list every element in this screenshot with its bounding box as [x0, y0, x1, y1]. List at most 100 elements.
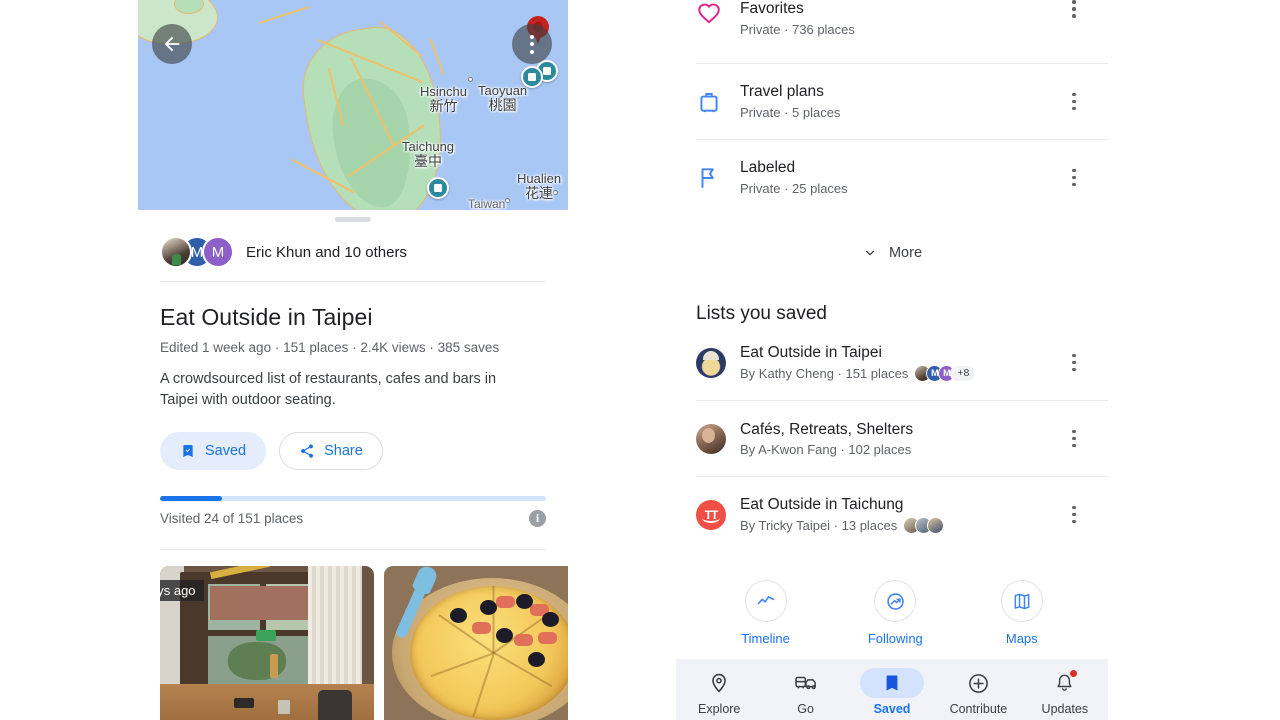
- photo-topping-ham: [538, 632, 557, 645]
- more-label: More: [888, 245, 923, 261]
- maps-icon: [1014, 593, 1030, 610]
- cafe-window-photo[interactable]: ays ago: [160, 566, 374, 720]
- contributors-row[interactable]: M M Eric Khun and 10 others: [138, 222, 568, 268]
- nav-icon-wrap: [860, 668, 925, 698]
- progress-label: Visited 24 of 151 places: [160, 511, 304, 527]
- row-overflow-button[interactable]: [1060, 168, 1088, 187]
- quick-action-circle: [874, 580, 917, 622]
- saved-list-row-travel-plans[interactable]: Travel plans Private · 5 places: [676, 64, 1108, 139]
- plus-circle-icon: [969, 673, 988, 693]
- info-icon[interactable]: i: [529, 510, 546, 528]
- following-icon: [887, 592, 904, 610]
- map-label-zh: 花連: [525, 184, 554, 201]
- progress-footer: Visited 24 of 151 places i: [160, 510, 546, 528]
- list-avatar: [696, 347, 740, 378]
- tricky-taipei-avatar: TT: [696, 499, 726, 530]
- photo-topping-ham: [514, 634, 533, 647]
- map-saved-place-marker[interactable]: [427, 177, 449, 199]
- photo-topping-ham: [496, 596, 515, 609]
- nav-label: Saved: [873, 702, 911, 716]
- photo-slice-line: [472, 652, 495, 718]
- photo-slice-line: [430, 652, 495, 677]
- heart-icon: [698, 3, 720, 24]
- list-subline: By Tricky Taipei · 13 places: [740, 516, 1060, 534]
- photo-topping-ham: [472, 622, 491, 635]
- row-icon: [696, 165, 740, 191]
- share-button[interactable]: Share: [279, 432, 383, 471]
- avatar: M: [202, 236, 234, 268]
- list-text: Cafés, Retreats, Shelters By A-Kwon Fang…: [740, 421, 1060, 457]
- photo-timestamp-badge: ays ago: [160, 580, 204, 602]
- map-label-taiwan: Taiwan: [468, 197, 506, 210]
- row-overflow-button[interactable]: [1060, 353, 1088, 372]
- nav-icon-wrap: [687, 668, 751, 698]
- saved-list-row-favorites[interactable]: Favorites Private · 736 places: [676, 0, 1108, 63]
- a-kwon-fang-avatar: [696, 423, 726, 454]
- back-button[interactable]: [152, 24, 192, 64]
- map-label-zh: 新竹: [429, 97, 458, 114]
- bookmark-check-icon: [183, 445, 193, 458]
- list-text: Eat Outside in Taichung By Tricky Taipei…: [740, 496, 1060, 534]
- nav-label: Go: [797, 702, 814, 716]
- row-overflow-button[interactable]: [1060, 429, 1088, 448]
- pizza-photo[interactable]: [384, 566, 568, 720]
- smile-arc-icon: [702, 513, 720, 523]
- quick-action-maps[interactable]: Maps: [1000, 580, 1043, 646]
- photo-strip: ays ago: [160, 550, 568, 720]
- map-label-taoyuan: Taoyuan 桃園: [478, 84, 527, 112]
- nav-label: Updates: [1041, 702, 1089, 716]
- quick-action-label: Following: [867, 631, 923, 646]
- photo-table-object: [234, 698, 254, 709]
- flag-icon: [701, 167, 714, 188]
- avatar: [160, 236, 192, 268]
- nav-label: Contribute: [949, 702, 1008, 716]
- nav-item-saved[interactable]: Saved: [849, 668, 935, 716]
- contributor-avatar-stack: M M: [160, 236, 234, 268]
- contributors-label: Eric Khun and 10 others: [246, 243, 407, 261]
- quick-action-row: Timeline Following Maps: [676, 552, 1108, 646]
- list-title: Cafés, Retreats, Shelters: [740, 420, 914, 438]
- row-subtitle: Private · 5 places: [740, 105, 841, 120]
- map-saved-place-marker[interactable]: [521, 66, 543, 88]
- row-overflow-button[interactable]: [1060, 505, 1088, 524]
- quick-action-following[interactable]: Following: [868, 580, 923, 646]
- nav-item-updates[interactable]: Updates: [1022, 668, 1108, 716]
- collaborator-avatars: [903, 516, 945, 534]
- map-label-en: Hsinchu: [420, 84, 467, 99]
- photo-chair: [318, 690, 352, 720]
- list-description: A crowdsourced list of restaurants, cafe…: [160, 371, 497, 408]
- more-vert-icon: [530, 34, 534, 54]
- place-pin-icon: [712, 673, 727, 693]
- bookmark-icon: [886, 675, 898, 691]
- nav-item-explore[interactable]: Explore: [676, 668, 762, 716]
- nav-icon-wrap: [1033, 668, 1097, 698]
- row-subtitle: Private · 736 places: [740, 22, 855, 37]
- saved-list-item-cafes-retreats-shelters[interactable]: Cafés, Retreats, Shelters By A-Kwon Fang…: [676, 401, 1108, 476]
- map-label-hualien: Hualien 花連: [517, 172, 561, 200]
- share-icon: [301, 444, 314, 458]
- saved-button[interactable]: Saved: [160, 432, 267, 471]
- page-title: Eat Outside in Taipei: [160, 304, 373, 330]
- photo-building: [210, 586, 316, 621]
- map-preview[interactable]: Hsinchu 新竹 Taoyuan 桃園 Taichung 臺中 Hualie…: [138, 0, 568, 210]
- nav-item-go[interactable]: Go: [762, 668, 848, 716]
- list-avatar: TT: [696, 499, 740, 530]
- app-screen: Hsinchu 新竹 Taoyuan 桃園 Taichung 臺中 Hualie…: [0, 0, 1280, 720]
- saved-list-item-eat-outside-taichung[interactable]: TT Eat Outside in Taichung By Tricky Tai…: [676, 477, 1108, 552]
- quick-action-timeline[interactable]: Timeline: [741, 580, 790, 646]
- avatar-overflow-count: +8: [950, 364, 977, 382]
- collaborator-avatars: M M +8: [914, 364, 977, 382]
- saved-list-item-eat-outside-taipei[interactable]: Eat Outside in Taipei By Kathy Cheng · 1…: [676, 325, 1108, 400]
- map-label-en: Taichung: [402, 139, 455, 154]
- row-overflow-button[interactable]: [1060, 92, 1088, 111]
- list-avatar: [696, 423, 740, 454]
- more-button[interactable]: More: [676, 229, 1108, 277]
- nav-icon-wrap: [946, 668, 1010, 698]
- list-subtitle: By Tricky Taipei · 13 places: [740, 517, 898, 533]
- nav-item-contribute[interactable]: Contribute: [935, 668, 1021, 716]
- map-overflow-button[interactable]: [512, 24, 552, 64]
- row-overflow-button[interactable]: [1060, 0, 1088, 18]
- transit-icon: [794, 676, 816, 690]
- visited-progress: Visited 24 of 151 places i: [160, 496, 546, 528]
- saved-list-row-labeled[interactable]: Labeled Private · 25 places: [676, 140, 1108, 215]
